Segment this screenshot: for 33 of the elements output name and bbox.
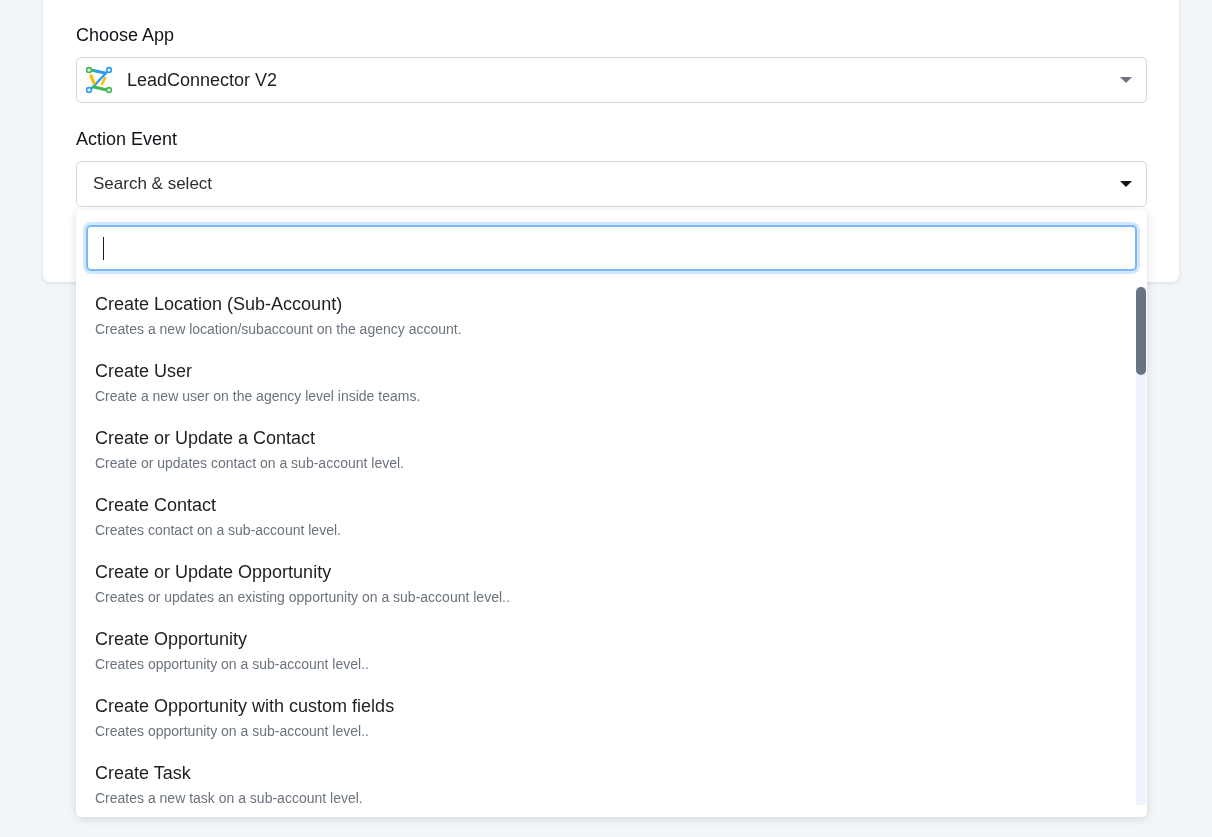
dropdown-option[interactable]: Create Opportunity with custom fields Creates opportunity on a sub-account level..: [76, 683, 1136, 750]
option-title: Create User: [95, 360, 193, 383]
dropdown-option[interactable]: Create Task Creates a new task on a sub-account level.: [76, 750, 1136, 817]
option-title: Create Location (Sub-Account): [95, 293, 343, 316]
dropdown-option[interactable]: Create Location (Sub-Account) Creates a new location/subaccount on the agency account.: [76, 281, 1136, 348]
dropdown-option[interactable]: Create or Update Opportunity Creates or updates an existing opportunity on a sub-account level..: [76, 549, 1136, 616]
option-description: Creates a new location/subaccount on the agency account.: [95, 320, 462, 339]
text-cursor-icon: [103, 236, 104, 260]
dropdown-option[interactable]: Create Opportunity Creates opportunity on a sub-account level..: [76, 616, 1136, 683]
dropdown-option[interactable]: Create Contact Creates contact on a sub-account level.: [76, 482, 1136, 549]
scrollbar-thumb[interactable]: [1136, 287, 1146, 375]
dropdown-option[interactable]: Create or Update a Contact Create or updates contact on a sub-account level.: [76, 415, 1136, 482]
option-title: Create Opportunity: [95, 628, 248, 651]
option-description: Creates or updates an existing opportunity on a sub-account level..: [95, 588, 510, 607]
option-description: Creates a new task on a sub-account level.: [95, 789, 363, 808]
app-logo-icon: [85, 66, 113, 94]
option-description: Creates contact on a sub-account level.: [95, 521, 341, 540]
field-label: Action Event: [76, 128, 178, 151]
search-field[interactable]: [86, 225, 1137, 271]
option-description: Creates opportunity on a sub-account level..: [95, 655, 369, 674]
scrollbar[interactable]: [1136, 287, 1146, 805]
action-select[interactable]: Search & select: [76, 161, 1147, 207]
field-label: Choose App: [76, 24, 175, 47]
option-title: Create or Update Opportunity: [95, 561, 332, 584]
option-description: Create a new user on the agency level inside teams.: [95, 387, 421, 406]
option-title: Create or Update a Contact: [95, 427, 316, 450]
app-select[interactable]: LeadConnector V2: [76, 57, 1147, 103]
dropdown-option[interactable]: Create User Create a new user on the agency level inside teams.: [76, 348, 1136, 415]
option-title: Create Contact: [95, 494, 217, 517]
option-title: Create Task: [95, 762, 191, 785]
option-description: Create or updates contact on a sub-account level.: [95, 454, 404, 473]
option-description: Creates opportunity on a sub-account level..: [95, 722, 369, 741]
option-title: Create Opportunity with custom fields: [95, 695, 395, 718]
